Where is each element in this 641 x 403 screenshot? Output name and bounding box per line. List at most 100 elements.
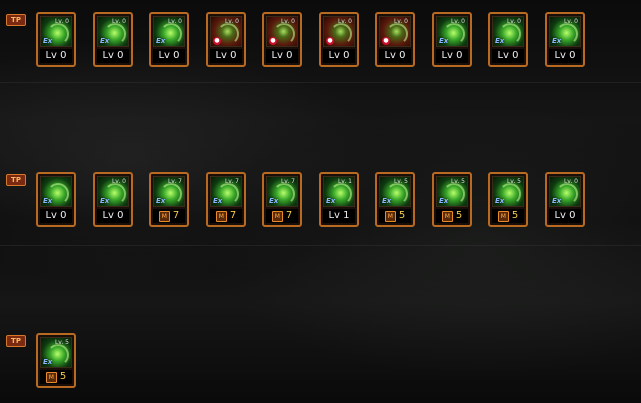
mastery-value: 5 (455, 210, 463, 221)
skill-icon: Lv. 0 ● (266, 16, 298, 47)
skill-icon: Ex (40, 176, 72, 207)
skill-slot[interactable]: Lv. 0 Ex Lv 0 (545, 12, 585, 67)
skill-level-value: Lv 0 (492, 49, 524, 63)
ex-badge-icon: Ex (43, 197, 53, 205)
skill-level-label: Lv. 0 (563, 18, 578, 25)
skill-icon: Lv. 0 Ex (492, 16, 524, 47)
skill-level-value: Lv 0 (97, 49, 129, 63)
skill-level-label: Lv. 0 (393, 18, 408, 25)
skill-icon: Lv. 0 ● (210, 16, 242, 47)
skill-icon: Lv. 1 Ex (323, 176, 355, 207)
skill-level-value: M5 (379, 209, 411, 223)
skill-slot[interactable]: Lv. 0 ● Lv 0 (206, 12, 246, 67)
mastery-value: 5 (398, 210, 406, 221)
mastery-icon: M (441, 210, 453, 222)
skill-level-label: Lv. 0 (54, 18, 69, 25)
skill-slot[interactable]: Lv. 7 Ex M 7 (149, 172, 189, 227)
mastery-value: 5 (59, 371, 67, 382)
skill-slot[interactable]: Lv. 0 ● Lv 0 (262, 12, 302, 67)
skill-slot[interactable]: Lv. 0 Ex Lv 0 (93, 172, 133, 227)
skill-level-label: Lv. 5 (54, 339, 69, 346)
skill-slot[interactable]: Lv. 5 Ex M 5 (432, 172, 472, 227)
skill-slot[interactable]: Lv. 0 Ex Lv 0 (36, 12, 76, 67)
ex-badge-icon: Ex (43, 37, 53, 45)
skill-icon: Lv. 0 Ex (549, 176, 581, 207)
skill-slot[interactable]: Lv. 5 Ex M 5 (375, 172, 415, 227)
skill-level-label: Lv. 0 (224, 18, 239, 25)
skill-icon: Lv. 5 Ex (492, 176, 524, 207)
skill-slot[interactable]: Lv. 1 Ex Lv 1 (319, 172, 359, 227)
skill-level-value: Lv 0 (153, 49, 185, 63)
skill-level-value: M5 (492, 209, 524, 223)
ex-badge-icon: Ex (382, 197, 392, 205)
skill-level-label: Lv. 7 (280, 178, 295, 185)
locked-icon: ● (213, 37, 221, 45)
skill-slot[interactable]: Lv. 5 Ex M 5 (36, 333, 76, 388)
ex-badge-icon: Ex (156, 197, 166, 205)
ex-badge-icon: Ex (100, 197, 110, 205)
skill-icon: Lv. 0 ● (323, 16, 355, 47)
locked-icon: ● (269, 37, 277, 45)
skill-slot[interactable]: Lv. 7 Ex M 7 (206, 172, 246, 227)
skill-row-tag: TP (6, 14, 26, 26)
skill-icon: Lv. 0 Ex (40, 16, 72, 47)
skill-icon: Lv. 5 Ex (40, 337, 72, 368)
locked-icon: ● (326, 37, 334, 45)
ex-badge-icon: Ex (156, 37, 166, 45)
skill-row-tag: TP (6, 335, 26, 347)
skill-slot[interactable]: Lv. 0 Ex Lv 0 (488, 12, 528, 67)
skill-slot[interactable]: Lv. 7 Ex M 7 (262, 172, 302, 227)
skill-level-value: M7 (266, 209, 298, 223)
skill-level-value: Lv 0 (323, 49, 355, 63)
mastery-value: 7 (229, 210, 237, 221)
skill-level-label: Lv. 7 (167, 178, 182, 185)
ex-badge-icon: Ex (552, 37, 562, 45)
ex-badge-icon: Ex (100, 37, 110, 45)
skill-icon: Lv. 5 Ex (379, 176, 411, 207)
skill-slot[interactable]: Lv. 0 ● Lv 0 (319, 12, 359, 67)
ex-badge-icon: Ex (495, 37, 505, 45)
ex-badge-icon: Ex (439, 197, 449, 205)
background-divider (0, 82, 641, 83)
skill-icon: Lv. 7 Ex (153, 176, 185, 207)
skill-icon: Lv. 7 Ex (266, 176, 298, 207)
ex-badge-icon: Ex (326, 197, 336, 205)
skill-level-label: Lv. 0 (563, 178, 578, 185)
background-divider (0, 245, 641, 246)
mastery-icon: M (45, 371, 57, 383)
mastery-icon: M (215, 210, 227, 222)
skill-slot[interactable]: Lv. 0 Ex Lv 0 (545, 172, 585, 227)
skill-icon: Lv. 0 Ex (153, 16, 185, 47)
skill-slot[interactable]: Lv. 0 Ex Lv 0 (149, 12, 189, 67)
skill-icon: Lv. 0 Ex (97, 16, 129, 47)
mastery-icon: M (497, 210, 509, 222)
skill-icon: Lv. 0 Ex (436, 16, 468, 47)
ex-badge-icon: Ex (552, 197, 562, 205)
ex-badge-icon: Ex (269, 197, 279, 205)
skill-level-value: Lv 0 (379, 49, 411, 63)
skill-slot[interactable]: Lv. 0 ● Lv 0 (375, 12, 415, 67)
skill-level-label: Lv. 0 (167, 18, 182, 25)
skill-level-value: Lv 0 (436, 49, 468, 63)
skill-level-label: Lv. 0 (111, 18, 126, 25)
ex-badge-icon: Ex (213, 197, 223, 205)
skill-level-label: Lv. 0 (506, 18, 521, 25)
skill-slot[interactable]: Lv. 0 Ex Lv 0 (432, 12, 472, 67)
skill-level-value: M5 (40, 370, 72, 384)
skill-icon: Lv. 7 Ex (210, 176, 242, 207)
skill-level-label: Lv. 1 (337, 178, 352, 185)
skill-slot[interactable]: Ex Lv 0 (36, 172, 76, 227)
skill-level-value: Lv 0 (210, 49, 242, 63)
skill-level-value: Lv 0 (266, 49, 298, 63)
skill-level-label: Lv. 0 (450, 18, 465, 25)
mastery-icon: M (384, 210, 396, 222)
ex-badge-icon: Ex (439, 37, 449, 45)
skill-level-label: Lv. 7 (224, 178, 239, 185)
skill-slot[interactable]: Lv. 5 Ex M 5 (488, 172, 528, 227)
skill-slot[interactable]: Lv. 0 Ex Lv 0 (93, 12, 133, 67)
skill-level-value: M5 (436, 209, 468, 223)
skill-level-value: Lv 0 (40, 209, 72, 223)
skill-level-value: Lv 0 (549, 209, 581, 223)
skill-level-value: Lv 0 (97, 209, 129, 223)
mastery-value: 7 (285, 210, 293, 221)
